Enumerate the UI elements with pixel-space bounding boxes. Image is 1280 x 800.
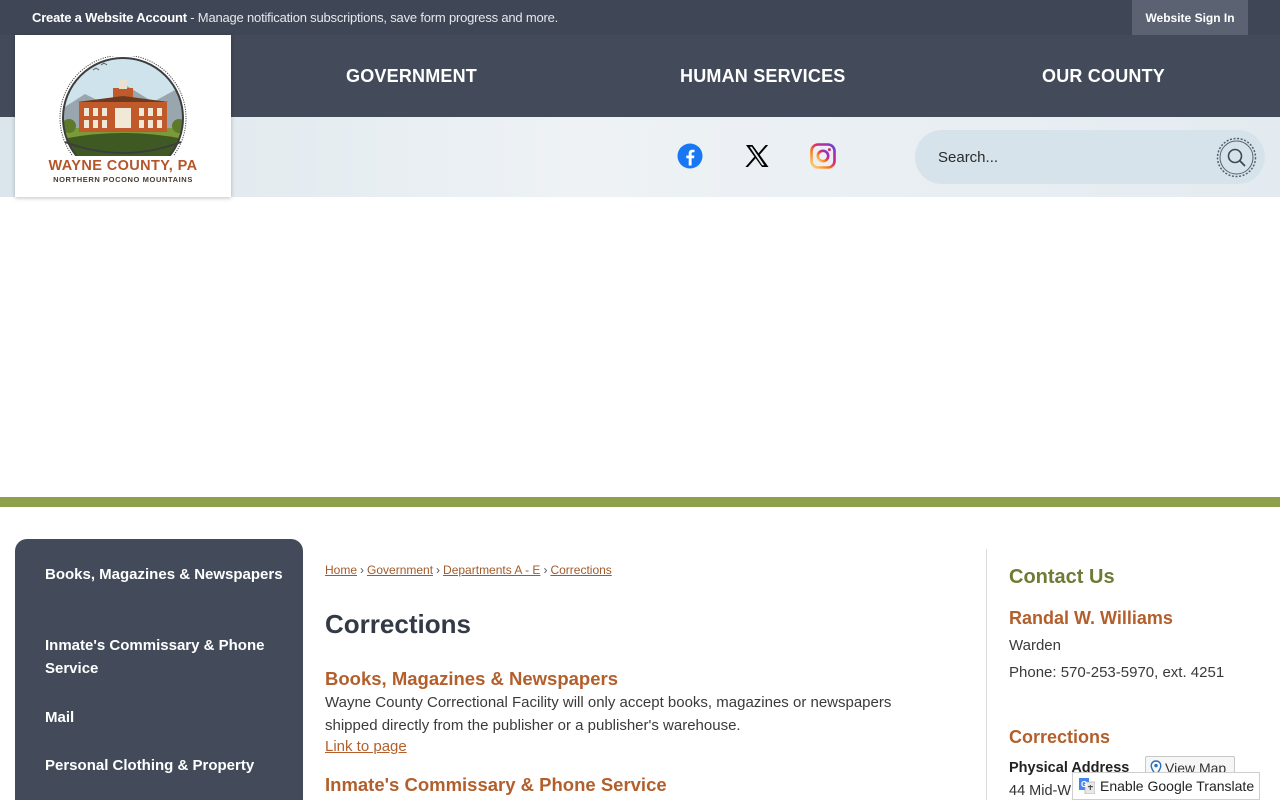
nav-government[interactable]: GOVERNMENT: [346, 66, 477, 87]
google-translate-icon: G: [1079, 778, 1095, 794]
section-divider: [0, 497, 1280, 507]
breadcrumb-corrections[interactable]: Corrections: [550, 563, 611, 577]
website-sign-in-button[interactable]: Website Sign In: [1132, 0, 1248, 35]
facebook-icon[interactable]: [676, 142, 704, 170]
county-logo[interactable]: WAYNE COUNTY, PA NORTHERN POCONO MOUNTAI…: [15, 35, 231, 197]
create-account-banner[interactable]: Create a Website Account - Manage notifi…: [32, 10, 558, 25]
department-heading[interactable]: Corrections: [1009, 727, 1110, 748]
google-translate-button[interactable]: G Enable Google Translate: [1072, 772, 1260, 800]
logo-title: WAYNE COUNTY, PA: [48, 158, 198, 174]
utility-bar: Create a Website Account - Manage notifi…: [0, 0, 1280, 35]
contact-heading: Contact Us: [1009, 566, 1115, 588]
x-twitter-icon[interactable]: [743, 142, 771, 170]
breadcrumb: Home › Government › Departments A - E › Correc…: [325, 563, 612, 577]
logo-subtitle: NORTHERN POCONO MOUNTAINS: [53, 175, 193, 184]
item-link-books[interactable]: Link to page: [325, 738, 407, 755]
contact-role: Warden: [1009, 637, 1061, 654]
nav-human-services[interactable]: HUMAN SERVICES: [680, 66, 846, 87]
sidebar-item-books-magazines[interactable]: Books, Magazines & Newspapers: [45, 563, 285, 586]
sidebar-item-mail[interactable]: Mail: [45, 706, 285, 729]
create-account-link[interactable]: Create a Website Account: [32, 10, 187, 25]
column-divider: [986, 549, 987, 800]
address-line: 44 Mid-W: [1009, 783, 1072, 799]
google-translate-label: Enable Google Translate: [1100, 778, 1255, 794]
sidebar-nav: Books, Magazines & Newspapers Inmate's C…: [15, 539, 303, 800]
search-input[interactable]: [938, 146, 1198, 168]
search-button[interactable]: [1216, 137, 1257, 178]
item-title-books[interactable]: Books, Magazines & Newspapers: [325, 668, 618, 690]
svg-text:G: G: [1081, 780, 1087, 789]
item-description-books: Wayne County Correctional Facility will …: [325, 694, 892, 734]
breadcrumb-departments[interactable]: Departments A - E: [443, 563, 540, 577]
courthouse-seal-icon: [59, 56, 187, 156]
sidebar-item-commissary-phone[interactable]: Inmate's Commissary & Phone Service: [45, 634, 285, 680]
create-account-text: - Manage notification subscriptions, sav…: [186, 10, 559, 25]
breadcrumb-separator: ›: [543, 563, 548, 577]
sidebar-item-clothing-property[interactable]: Personal Clothing & Property: [45, 754, 285, 777]
item-title-commissary[interactable]: Inmate's Commissary & Phone Service: [325, 774, 667, 796]
breadcrumb-separator: ›: [360, 563, 365, 577]
contact-phone: Phone: 570-253-5970, ext. 4251: [1009, 664, 1225, 681]
instagram-icon[interactable]: [809, 142, 837, 170]
page-title: Corrections: [325, 609, 471, 639]
nav-our-county[interactable]: OUR COUNTY: [1042, 66, 1165, 87]
breadcrumb-government[interactable]: Government: [367, 563, 433, 577]
contact-name[interactable]: Randal W. Williams: [1009, 608, 1173, 629]
breadcrumb-separator: ›: [436, 563, 441, 577]
breadcrumb-home[interactable]: Home: [325, 563, 357, 577]
